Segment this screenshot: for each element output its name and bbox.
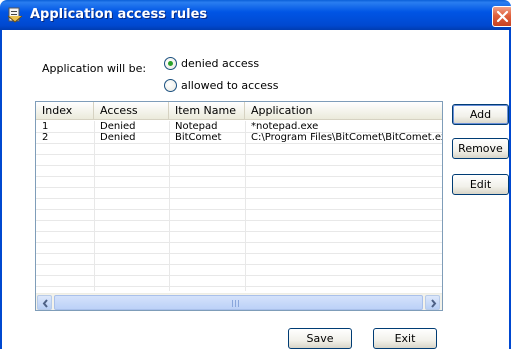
chevron-right-icon xyxy=(431,299,437,308)
cell-access: Denied xyxy=(100,121,136,132)
column-header-index[interactable]: Index xyxy=(36,102,94,119)
cell-index: 2 xyxy=(42,132,49,143)
column-header-item-name[interactable]: Item Name xyxy=(169,102,245,119)
radio-indicator[interactable] xyxy=(164,79,177,92)
list-header: Index Access Item Name Application xyxy=(36,102,442,120)
scrollbar-grip-icon xyxy=(231,300,241,307)
mode-label: Application will be: xyxy=(42,62,147,75)
radio-allowed-label: allowed to access xyxy=(181,79,279,92)
edit-button[interactable]: Edit xyxy=(452,174,509,195)
close-button[interactable] xyxy=(492,6,511,27)
list-body: 1 Denied Notepad *notepad.exe 2 Denied B… xyxy=(36,121,442,291)
cell-access: Denied xyxy=(100,132,136,143)
close-icon xyxy=(496,10,509,23)
radio-denied-access[interactable]: denied access xyxy=(164,57,259,70)
radio-allowed-access[interactable]: allowed to access xyxy=(164,79,278,92)
cell-application: *notepad.exe xyxy=(251,121,319,132)
radio-indicator-selected[interactable] xyxy=(164,57,177,70)
column-header-access[interactable]: Access xyxy=(94,102,169,119)
add-button[interactable]: Add xyxy=(452,104,509,125)
save-button[interactable]: Save xyxy=(288,328,352,349)
app-icon xyxy=(7,7,23,23)
scroll-left-button[interactable] xyxy=(37,295,52,310)
table-row[interactable]: 1 Denied Notepad *notepad.exe xyxy=(36,121,442,132)
scrollbar-thumb[interactable] xyxy=(54,295,423,310)
cell-application: C:\Program Files\BitComet\BitComet.exe xyxy=(251,132,442,143)
remove-button[interactable]: Remove xyxy=(452,138,509,159)
horizontal-scrollbar[interactable] xyxy=(36,293,442,310)
cell-item-name: Notepad xyxy=(175,121,218,132)
exit-button[interactable]: Exit xyxy=(373,328,437,349)
title-bar[interactable]: Application access rules xyxy=(0,0,511,30)
cell-item-name: BitComet xyxy=(175,132,222,143)
chevron-left-icon xyxy=(42,299,48,308)
rules-list-view[interactable]: Index Access Item Name Application 1 Den… xyxy=(35,101,443,311)
dialog-window: Application access rules Application wil… xyxy=(0,0,511,349)
scroll-right-button[interactable] xyxy=(425,295,440,310)
cell-index: 1 xyxy=(42,121,49,132)
radio-denied-label: denied access xyxy=(181,57,260,70)
table-row[interactable]: 2 Denied BitComet C:\Program Files\BitCo… xyxy=(36,132,442,143)
window-title: Application access rules xyxy=(30,7,208,22)
column-header-application[interactable]: Application xyxy=(245,102,442,119)
